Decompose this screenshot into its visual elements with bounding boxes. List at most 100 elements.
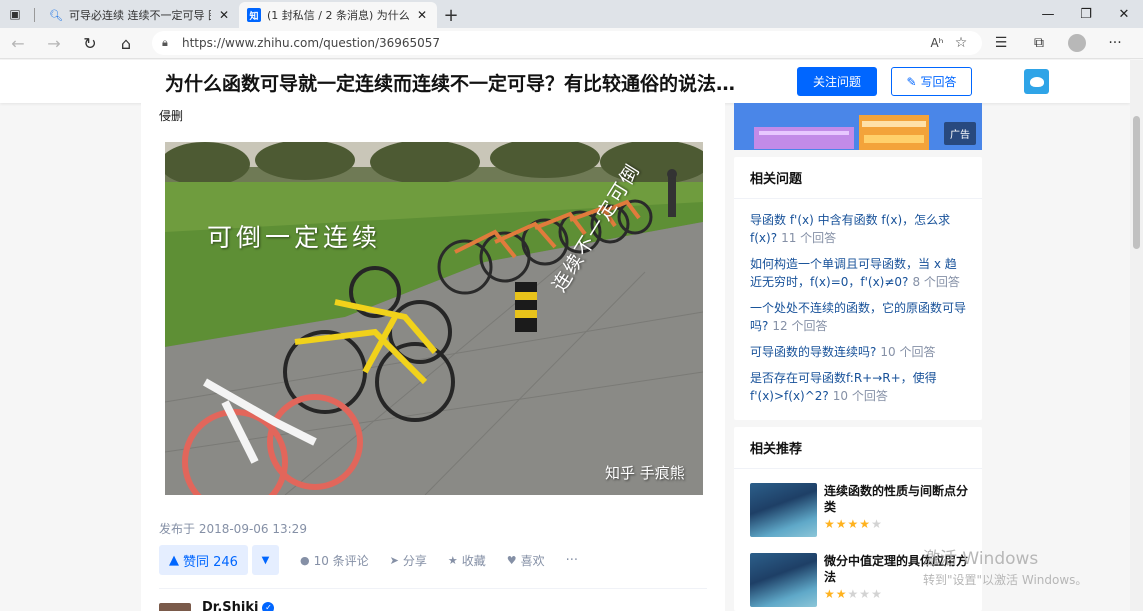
zhihu-icon: 知: [247, 8, 261, 22]
answer-image[interactable]: 可倒一定连续 连续不一定可倒 知乎 手痕熊: [165, 142, 703, 495]
recommend-title: 连续函数的性质与间断点分类: [824, 484, 969, 514]
meme-caption-left: 可倒一定连续: [207, 223, 382, 252]
star-icon: ★: [824, 517, 836, 531]
url-input[interactable]: 🔒︎ https://www.zhihu.com/question/369650…: [152, 31, 982, 55]
tab-separator: [34, 8, 35, 22]
star-icon: ★: [835, 517, 848, 531]
tab-title: (1 封私信 / 2 条消息) 为什么函数: [267, 9, 409, 22]
author-name-label: Dr.Shiki: [202, 600, 259, 611]
author-name[interactable]: Dr.Shiki ✓: [202, 600, 275, 611]
page-scrollbar[interactable]: [1130, 60, 1143, 611]
related-question-link[interactable]: 如何构造一个单调且可导函数，当 x 趋近无穷时，f(x)=0，f'(x)≠0? 8…: [750, 255, 966, 291]
share-label: 分享: [402, 553, 427, 568]
forward-button[interactable]: →: [36, 28, 72, 59]
more-menu-icon[interactable]: ···: [1096, 28, 1134, 59]
favorite-star-icon[interactable]: ☆: [950, 35, 972, 51]
more-options-button[interactable]: ···: [566, 553, 578, 568]
recommend-item[interactable]: 连续函数的性质与间断点分类 ★★★★★: [750, 483, 970, 537]
image-watermark: 知乎 手痕熊: [605, 464, 685, 482]
related-questions-card: 相关问题 导函数 f'(x) 中含有函数 f(x)，怎么求 f(x)? 11 个回…: [734, 157, 982, 420]
scrollbar-thumb[interactable]: [1133, 116, 1140, 249]
avatar: [1068, 34, 1086, 52]
share-icon: ➤: [389, 553, 399, 567]
star-icon: ★: [871, 587, 883, 601]
downvote-button[interactable]: ▼: [251, 545, 279, 575]
home-button[interactable]: ⌂: [108, 28, 144, 59]
answer-count: 11 个回答: [781, 231, 837, 245]
question-header: 为什么函数可导就一定连续而连续不一定可导？有比较通俗的说法… 关注问题 ✎ 写回…: [0, 60, 1130, 103]
card-title: 相关推荐: [734, 427, 982, 469]
triangle-up-icon: ▲: [169, 552, 179, 568]
lock-icon[interactable]: 🔒︎: [162, 36, 182, 50]
course-thumbnail: [750, 483, 817, 537]
ad-banner[interactable]: 广告: [734, 103, 982, 150]
restore-icon[interactable]: ❐: [1067, 0, 1105, 28]
rating-stars: ★★★★★: [824, 517, 970, 531]
star-icon: ★: [859, 517, 872, 531]
share-button[interactable]: ➤ 分享: [390, 552, 427, 569]
browser-tab-search[interactable]: 🔍︎ 可导必连续 连续不一定可导 图片 ✕: [41, 2, 239, 28]
course-thumbnail: [750, 553, 817, 607]
address-bar: ← → ↻ ⌂ 🔒︎ https://www.zhihu.com/questio…: [0, 28, 1143, 59]
related-questions-list: 导函数 f'(x) 中含有函数 f(x)，怎么求 f(x)? 11 个回答 如何构…: [734, 199, 982, 405]
answer-count: 12 个回答: [772, 319, 828, 333]
browser-tab-bar: ▣ 🔍︎ 可导必连续 连续不一定可导 图片 ✕ 知 (1 封私信 / 2 条消息…: [0, 0, 1143, 28]
tab-actions-icon[interactable]: ▣: [0, 0, 30, 28]
star-icon: ★: [847, 517, 860, 531]
like-button[interactable]: ♥ 喜欢: [507, 552, 545, 569]
profile-button[interactable]: [1058, 28, 1096, 59]
question-text: 可导函数的导数连续吗?: [750, 345, 877, 359]
close-window-icon[interactable]: ✕: [1105, 0, 1143, 28]
star-icon: ★: [871, 517, 883, 531]
answer-count: 8 个回答: [912, 275, 960, 289]
close-icon[interactable]: ✕: [217, 8, 231, 22]
heart-icon: ♥: [506, 553, 517, 567]
star-icon: ★: [824, 587, 836, 601]
activation-hint: 转到"设置"以激活 Windows。: [923, 573, 1088, 587]
pencil-icon: ✎: [906, 74, 917, 89]
page-title: 为什么函数可导就一定连续而连续不一定可导？有比较通俗的说法…: [165, 73, 736, 95]
verified-badge-icon: ✓: [262, 601, 275, 611]
browser-tab-zhihu[interactable]: 知 (1 封私信 / 2 条消息) 为什么函数 ✕: [239, 2, 437, 28]
search-icon: 🔍︎: [49, 8, 63, 22]
star-icon: ★: [859, 587, 872, 601]
avatar[interactable]: [159, 603, 191, 611]
new-tab-button[interactable]: +: [437, 2, 465, 28]
minimize-icon[interactable]: —: [1029, 0, 1067, 28]
comments-button[interactable]: ● 10 条评论: [300, 552, 369, 569]
publish-time[interactable]: 发布于 2018-09-06 13:29: [159, 520, 307, 537]
star-icon: ★: [835, 587, 848, 601]
divider: [159, 588, 707, 589]
answer-card: 侵删 可倒一定连续 连续不一定可倒 知乎 手痕熊 发布于 2018-09-06 …: [141, 103, 725, 611]
write-answer-button[interactable]: ✎ 写回答: [891, 67, 972, 96]
tab-title: 可导必连续 连续不一定可导 图片: [69, 9, 211, 22]
answer-text: 侵删: [159, 109, 184, 123]
star-icon: ★: [447, 553, 458, 567]
collections-icon[interactable]: ⧉: [1020, 28, 1058, 59]
collect-button[interactable]: ★ 收藏: [448, 552, 486, 569]
answer-count: 10 个回答: [880, 345, 936, 359]
upvote-button[interactable]: ▲ 赞同 246: [159, 545, 248, 575]
related-question-link[interactable]: 导函数 f'(x) 中含有函数 f(x)，怎么求 f(x)? 11 个回答: [750, 211, 966, 247]
comments-label: 10 条评论: [313, 553, 369, 568]
favorites-list-icon[interactable]: ☰: [982, 28, 1020, 59]
related-question-link[interactable]: 可导函数的导数连续吗? 10 个回答: [750, 343, 966, 361]
windows-activation-watermark: 激活 Windows 转到"设置"以激活 Windows。: [923, 544, 1087, 588]
read-aloud-icon[interactable]: Aʰ: [924, 36, 950, 50]
related-question-link[interactable]: 一个处处不连续的函数，它的原函数可导吗? 12 个回答: [750, 299, 966, 335]
related-question-link[interactable]: 是否存在可导函数f:R+→R+，使得 f'(x)>f(x)^2? 10 个回答: [750, 369, 966, 405]
card-title: 相关问题: [734, 157, 982, 199]
user-avatar[interactable]: [1024, 69, 1049, 94]
upvote-label: 赞同 246: [183, 554, 238, 570]
answer-count: 10 个回答: [832, 389, 888, 403]
activation-title: 激活 Windows: [923, 549, 1039, 569]
back-button[interactable]: ←: [0, 28, 36, 59]
url-text: https://www.zhihu.com/question/36965057: [182, 36, 441, 50]
follow-question-button[interactable]: 关注问题: [797, 67, 877, 96]
like-label: 喜欢: [520, 553, 545, 568]
comment-icon: ●: [299, 553, 310, 567]
close-icon[interactable]: ✕: [415, 8, 429, 22]
answer-actions: ▲ 赞同 246 ▼ ● 10 条评论 ➤ 分享 ★ 收藏 ♥ 喜欢 ···: [159, 545, 578, 575]
refresh-button[interactable]: ↻: [72, 28, 108, 59]
star-icon: ★: [847, 587, 860, 601]
